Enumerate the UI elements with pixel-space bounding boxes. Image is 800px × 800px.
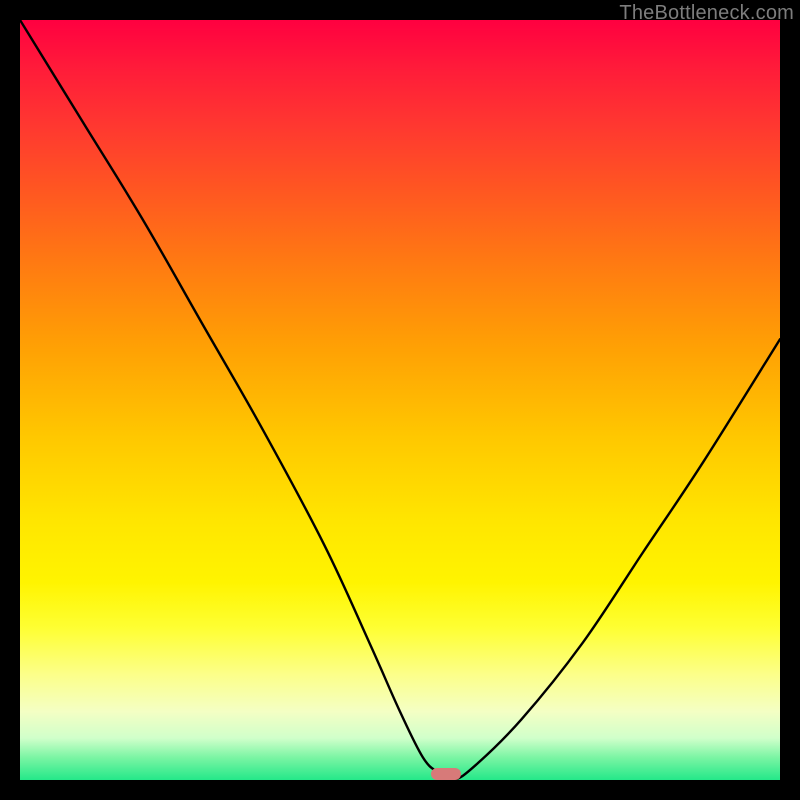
bottleneck-curve [20, 20, 780, 780]
plot-area [20, 20, 780, 780]
chart-frame: TheBottleneck.com [0, 0, 800, 800]
watermark-text: TheBottleneck.com [619, 2, 794, 25]
minimum-marker [431, 768, 461, 780]
